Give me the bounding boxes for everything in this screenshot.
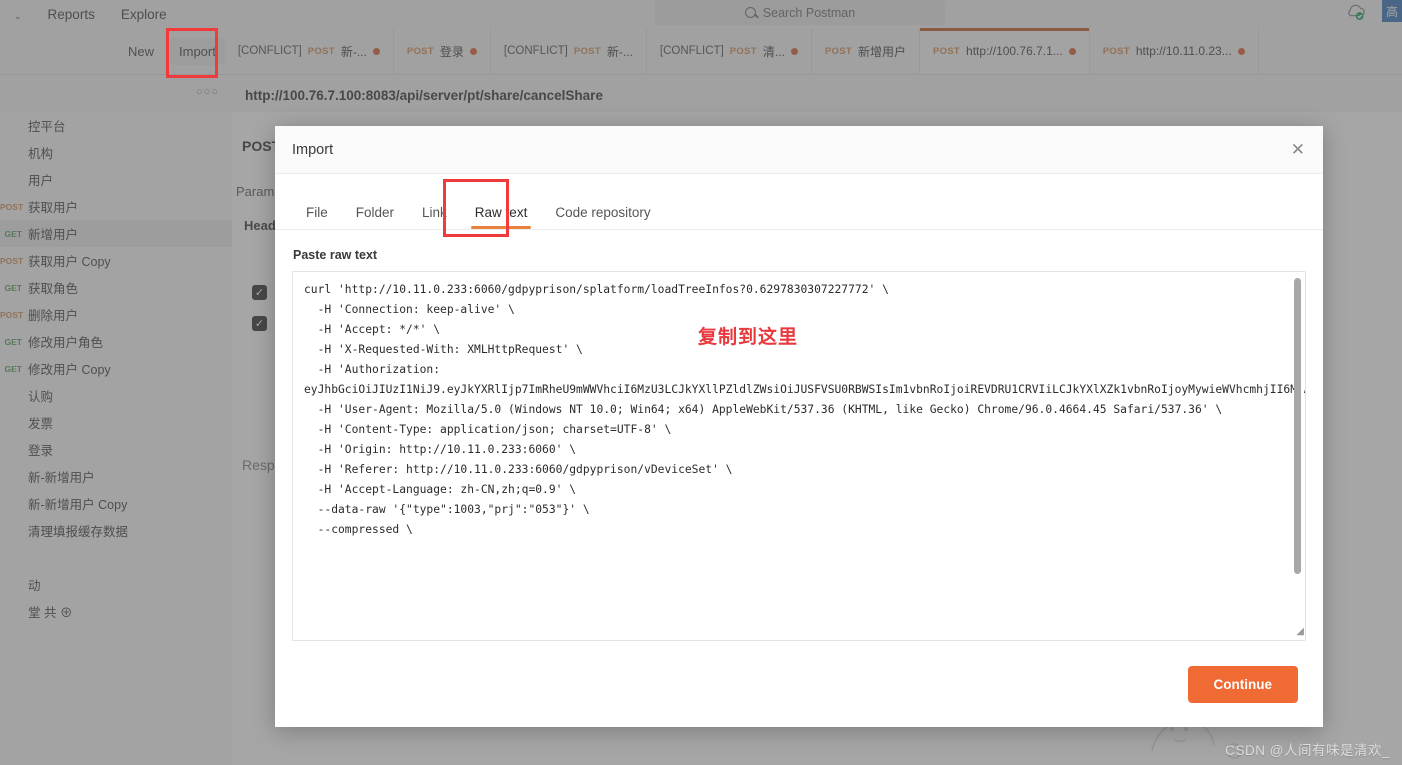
import-source-tabs: File Folder Link Raw text Code repositor… (275, 174, 1323, 237)
editor-scrollbar-track[interactable] (1294, 274, 1303, 626)
dialog-footer: Continue (275, 641, 1323, 727)
dialog-title: Import (292, 141, 334, 158)
watermark: CSDN @人间有味是清欢_ (1225, 743, 1390, 758)
paste-raw-text-label: Paste raw text (293, 248, 378, 262)
tab-folder[interactable]: Folder (342, 205, 408, 229)
editor-resize-handle[interactable]: ◢ (1292, 627, 1304, 639)
dialog-header: Import ✕ (275, 126, 1323, 174)
tab-code-repository[interactable]: Code repository (541, 205, 664, 229)
raw-text-editor[interactable]: curl 'http://10.11.0.233:6060/gdpyprison… (292, 271, 1306, 641)
tab-raw-text[interactable]: Raw text (461, 205, 542, 229)
tab-file[interactable]: File (292, 205, 342, 229)
continue-button[interactable]: Continue (1187, 665, 1298, 703)
close-icon[interactable]: ✕ (1291, 141, 1305, 158)
tab-link[interactable]: Link (408, 205, 461, 229)
raw-text-content[interactable]: curl 'http://10.11.0.233:6060/gdpyprison… (293, 272, 1305, 640)
import-dialog: Import ✕ File Folder Link Raw text Code … (275, 126, 1323, 727)
annotation-copy-here: 复制到这里 (698, 326, 799, 348)
editor-scrollbar-thumb[interactable] (1294, 278, 1301, 574)
